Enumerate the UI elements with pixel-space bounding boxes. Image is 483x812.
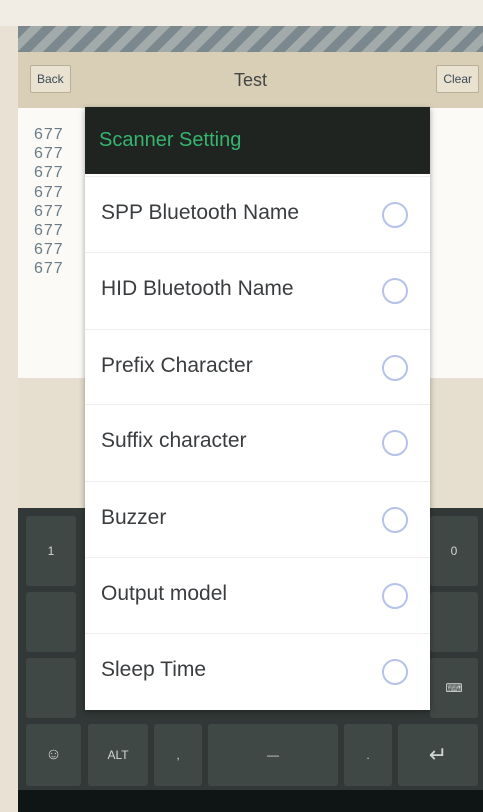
page-title: Test [233,70,267,90]
dialog-title-bar: Scanner Setting [85,107,430,174]
option-label: Prefix Character [101,354,253,377]
dialog-title: Scanner Setting [99,129,242,151]
option-label: Output model [101,582,228,605]
option-label: Buzzer [101,506,167,529]
status-bar [18,26,483,52]
alt-key[interactable]: ALT [88,724,148,786]
key-del[interactable] [26,592,76,652]
option-output-model[interactable]: Output model [85,557,430,634]
app-header: Back Test Clear [18,52,483,108]
space-key[interactable]: — [208,724,338,786]
radio-button[interactable] [382,278,408,304]
option-label: Sleep Time [101,658,207,681]
keyboard-icon[interactable]: ⌨ [430,658,478,718]
page-top-margin [0,0,483,26]
enter-key[interactable]: ↵ [398,724,478,786]
radio-button[interactable] [382,583,408,609]
option-buzzer[interactable]: Buzzer [85,481,430,558]
scanner-setting-dialog: Scanner Setting SPP Bluetooth Name HID B… [85,107,430,710]
radio-button[interactable] [382,659,408,685]
option-suffix-character[interactable]: Suffix character [85,404,430,481]
period-key[interactable]: . [344,724,392,786]
option-hid-bluetooth-name[interactable]: HID Bluetooth Name [85,252,430,329]
option-prefix-character[interactable]: Prefix Character [85,329,430,406]
key-1[interactable]: 1 [26,516,76,586]
radio-button[interactable] [382,430,408,456]
key-0[interactable]: 0 [430,516,478,586]
option-label: SPP Bluetooth Name [101,201,300,224]
emoji-key[interactable]: ☺ [26,724,81,786]
option-label: HID Bluetooth Name [101,277,294,300]
option-label: Suffix character [101,429,247,452]
radio-button[interactable] [382,355,408,381]
clear-button[interactable]: Clear [436,65,479,93]
comma-key[interactable]: , [154,724,202,786]
radio-button[interactable] [382,507,408,533]
option-sleep-time[interactable]: Sleep Time [85,633,430,710]
key-shift[interactable] [26,658,76,718]
key-sym[interactable] [430,592,478,652]
radio-button[interactable] [382,202,408,228]
navigation-bar [18,790,483,812]
option-spp-bluetooth-name[interactable]: SPP Bluetooth Name [85,176,430,253]
